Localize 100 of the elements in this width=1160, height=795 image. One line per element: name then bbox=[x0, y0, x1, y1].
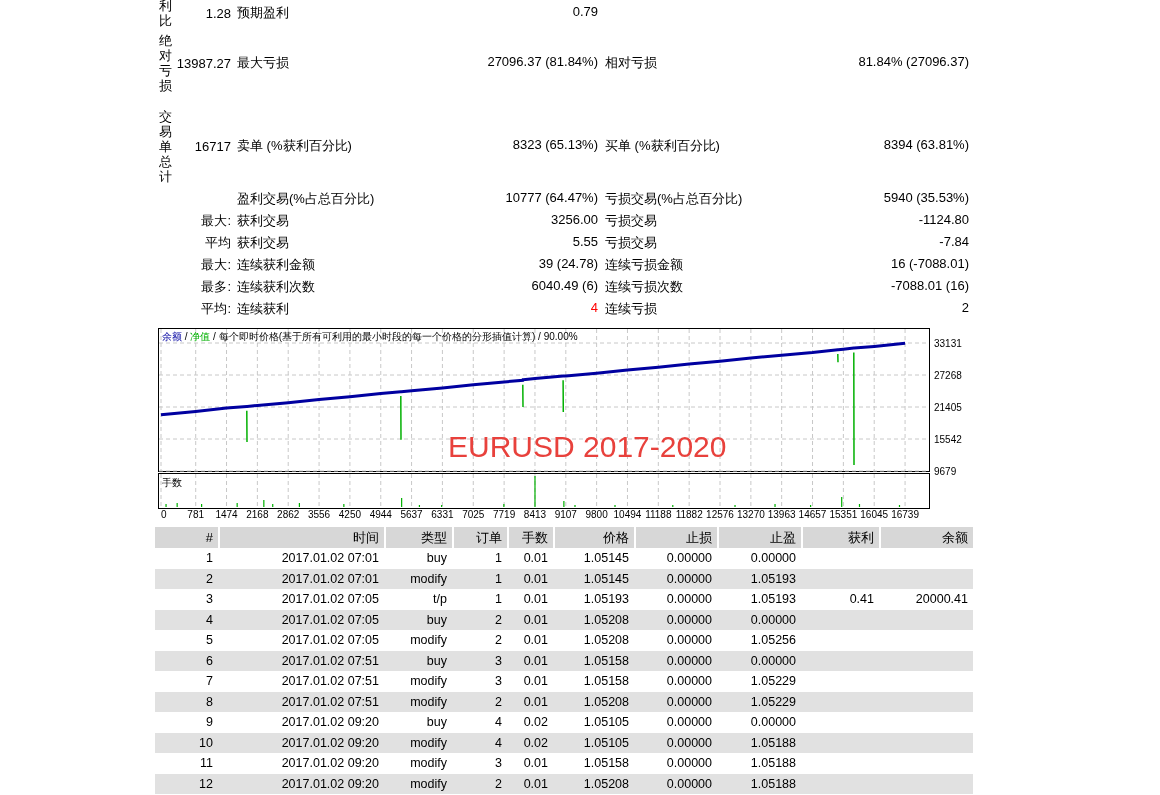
stat-label: 连续亏损金额 bbox=[605, 256, 683, 274]
table-cell-text: 1.05193 bbox=[582, 591, 630, 609]
stat-value: 16717 bbox=[194, 138, 231, 154]
column-header: 获利 bbox=[803, 527, 879, 548]
table-cell-text: modify bbox=[409, 734, 448, 752]
table-cell-text: 1.05188 bbox=[749, 755, 797, 773]
stat-value: 81.84% (27096.37) bbox=[858, 54, 969, 71]
table-cell-text: 1.05193 bbox=[749, 591, 797, 609]
table-cell-text: 0.00000 bbox=[665, 570, 713, 588]
stat-label: 连续获利金额 bbox=[237, 256, 315, 274]
column-header: # bbox=[155, 527, 218, 548]
table-cell-text: 1 bbox=[494, 591, 503, 609]
stat-value: -7088.01 (16) bbox=[890, 278, 969, 295]
table-cell-text: 0.01 bbox=[522, 632, 549, 650]
stat-prefix: 最多: bbox=[201, 278, 231, 296]
x-tick-label: 13963 bbox=[767, 509, 796, 520]
stat-group-heading: 利比 bbox=[158, 0, 172, 28]
table-cell-text: 1.05229 bbox=[749, 673, 797, 691]
stat-prefix: 平均: bbox=[201, 300, 231, 318]
table-cell-text: 0.01 bbox=[522, 591, 549, 609]
x-tick-label: 1474 bbox=[215, 509, 238, 520]
stat-value: 1.28 bbox=[205, 5, 231, 21]
table-cell-text: 2017.01.02 09:20 bbox=[280, 755, 380, 773]
stat-value: 27096.37 (81.84%) bbox=[487, 54, 598, 71]
stat-value: 5.55 bbox=[572, 234, 598, 251]
table-cell-text: modify bbox=[409, 673, 448, 691]
table-cell-text: 12 bbox=[198, 775, 214, 793]
stat-label: 最大亏损 bbox=[237, 54, 289, 72]
x-tick-label: 14657 bbox=[798, 509, 827, 520]
stat-group-heading: 绝对亏损 bbox=[158, 33, 172, 93]
stat-value: 13987.27 bbox=[176, 55, 231, 71]
table-cell-text: 0.01 bbox=[522, 570, 549, 588]
table-cell-text: 0.00000 bbox=[665, 652, 713, 670]
y-tick-label: 15542 bbox=[934, 434, 962, 445]
table-cell-text: 0.00000 bbox=[665, 632, 713, 650]
stat-value: 8394 (63.81%) bbox=[883, 137, 969, 154]
table-cell-text: 0.02 bbox=[522, 734, 549, 752]
table-cell-text: 1.05145 bbox=[582, 570, 630, 588]
table-cell-text: 0.01 bbox=[522, 673, 549, 691]
x-tick-label: 16045 bbox=[860, 509, 889, 520]
table-cell-text: 1.05208 bbox=[582, 693, 630, 711]
table-cell-text: 1.05208 bbox=[582, 611, 630, 629]
table-cell-text: buy bbox=[425, 550, 448, 568]
table-cell-text: modify bbox=[409, 775, 448, 793]
x-tick-label: 0 bbox=[161, 509, 167, 520]
stat-label: 获利交易 bbox=[237, 234, 289, 252]
x-tick-label: 16739 bbox=[891, 509, 919, 520]
stat-label: 亏损交易 bbox=[605, 234, 657, 252]
stat-prefix: 平均 bbox=[205, 234, 231, 252]
x-tick-label: 6331 bbox=[431, 509, 454, 520]
stat-group-heading: 交易单总计 bbox=[158, 108, 172, 184]
table-cell-text: 1.05256 bbox=[749, 632, 797, 650]
table-cell-text: 2017.01.02 07:01 bbox=[280, 570, 380, 588]
x-tick-label: 4944 bbox=[369, 509, 392, 520]
chart-legend: 余额 / 净值 / 每个即时价格(基于所有可利用的最小时段的每一个价格的分形插值计算) / 90.00% bbox=[162, 331, 578, 342]
table-cell-text: 2 bbox=[494, 611, 503, 629]
table-cell-text: 6 bbox=[205, 652, 214, 670]
table-cell-text: 0.00000 bbox=[665, 611, 713, 629]
table-cell-text: 1 bbox=[494, 550, 503, 568]
table-cell-text: 2017.01.02 07:51 bbox=[280, 652, 380, 670]
table-cell-text: 0.00000 bbox=[749, 550, 797, 568]
column-header: 手数 bbox=[509, 527, 553, 548]
x-tick-label: 781 bbox=[187, 509, 205, 520]
table-cell-text: 1.05188 bbox=[749, 734, 797, 752]
table-cell-text: 0.01 bbox=[522, 652, 549, 670]
table-cell-text: 0.01 bbox=[522, 550, 549, 568]
table-cell-text: 1.05188 bbox=[749, 775, 797, 793]
stat-value: -7.84 bbox=[939, 234, 969, 251]
table-cell-text: 7 bbox=[205, 673, 214, 691]
table-cell-text: 4 bbox=[205, 611, 214, 629]
table-cell-text: 0.01 bbox=[522, 755, 549, 773]
table-cell-text: 0.00000 bbox=[749, 652, 797, 670]
column-header: 类型 bbox=[386, 527, 452, 548]
table-cell-text: 8 bbox=[205, 693, 214, 711]
x-tick-label: 10494 bbox=[613, 509, 642, 520]
table-cell-text: 4 bbox=[494, 734, 503, 752]
table-cell-text: 0.00000 bbox=[665, 734, 713, 752]
table-cell-text: modify bbox=[409, 570, 448, 588]
table-cell-text: 0.41 bbox=[848, 591, 875, 609]
table-cell-text: 10 bbox=[198, 734, 214, 752]
table-cell-text: 0.00000 bbox=[665, 550, 713, 568]
table-cell-text: 2 bbox=[205, 570, 214, 588]
table-cell-text: 5 bbox=[205, 632, 214, 650]
x-tick-label: 13270 bbox=[736, 509, 765, 520]
stat-value: 3256.00 bbox=[551, 212, 598, 229]
table-cell-text: buy bbox=[425, 611, 448, 629]
table-cell-text: 2 bbox=[494, 775, 503, 793]
y-tick-label: 27268 bbox=[934, 370, 962, 381]
table-cell-text: 1.05208 bbox=[582, 632, 630, 650]
stat-label: 卖单 (%获利百分比) bbox=[237, 137, 352, 155]
table-cell-text: 0.00000 bbox=[749, 714, 797, 732]
table-cell-text: 0.02 bbox=[522, 714, 549, 732]
table-cell-text: 2017.01.02 07:05 bbox=[280, 632, 380, 650]
table-cell-text: 9 bbox=[205, 714, 214, 732]
x-tick-label: 7025 bbox=[462, 509, 485, 520]
table-cell-text: 0.00000 bbox=[665, 755, 713, 773]
y-tick-label: 9679 bbox=[934, 466, 957, 477]
x-tick-label: 9800 bbox=[585, 509, 608, 520]
stat-label: 亏损交易(%占总百分比) bbox=[605, 190, 743, 208]
y-tick-label: 33131 bbox=[934, 338, 962, 349]
